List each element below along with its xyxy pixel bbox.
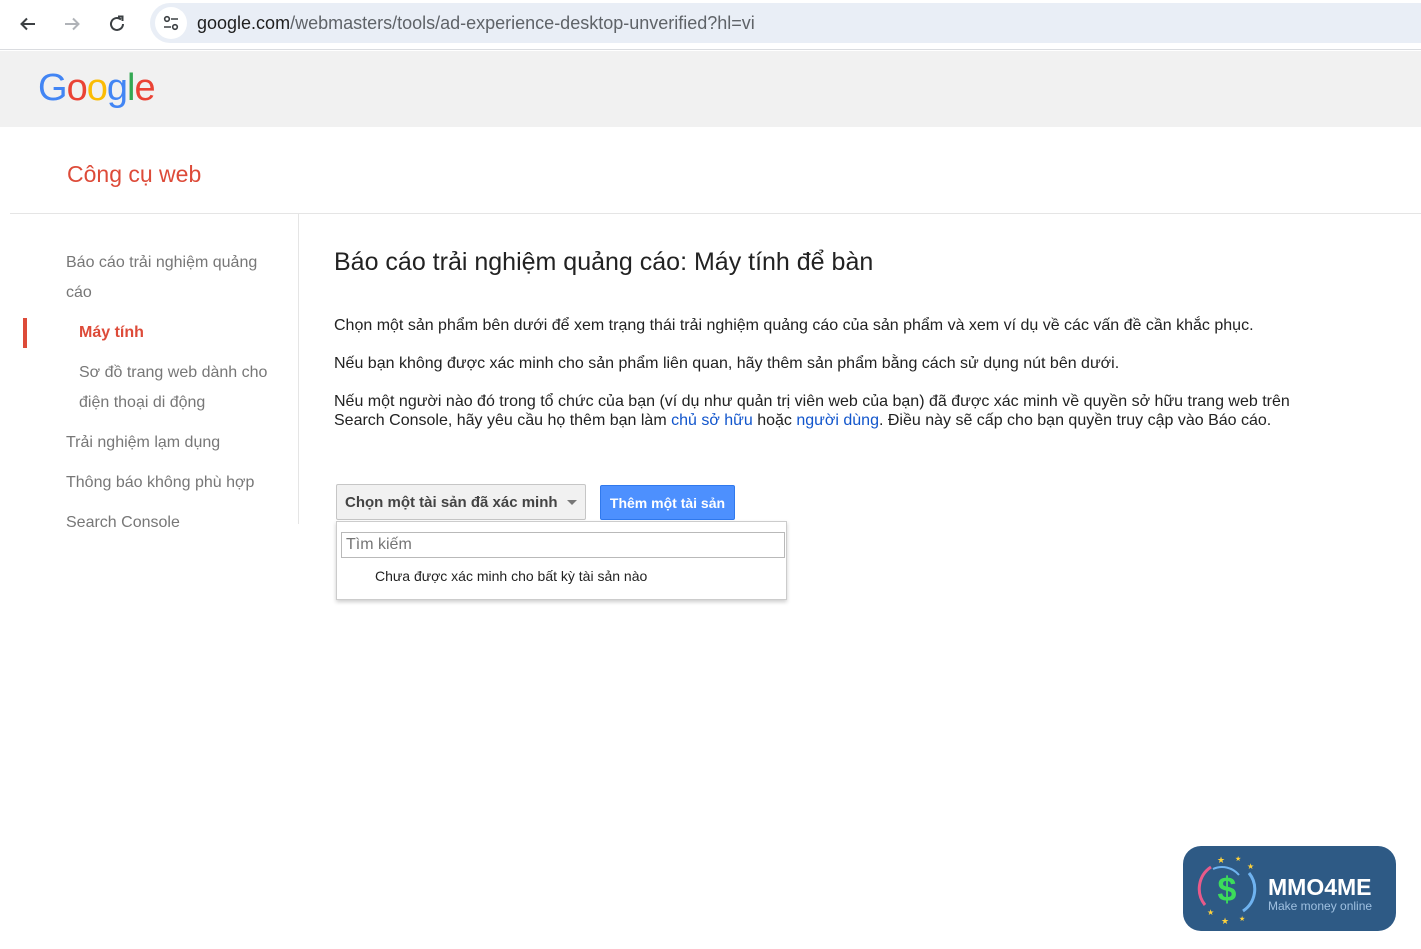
svg-text:★: ★ xyxy=(1247,862,1254,871)
sidebar-item-ad-experience-report[interactable]: Báo cáo trải nghiệm quảng cáo xyxy=(66,248,257,308)
sidebar-item-label: Sơ đồ trang web dành cho xyxy=(79,364,268,381)
reload-icon xyxy=(110,15,124,31)
add-property-button[interactable]: Thêm một tài sản xyxy=(600,485,735,520)
svg-text:★: ★ xyxy=(1239,915,1245,923)
sidebar-nav: Báo cáo trải nghiệm quảng cáo Máy tính S… xyxy=(0,214,299,531)
dollar-coin-icon: $ ★ ★ ★ ★ ★ ★ xyxy=(1197,855,1257,926)
sidebar-item-label: cáo xyxy=(66,284,92,301)
logo-letter: e xyxy=(134,67,155,109)
site-info-button[interactable] xyxy=(155,7,187,39)
svg-text:★: ★ xyxy=(1221,916,1229,926)
badge-subtitle: Make money online xyxy=(1268,899,1373,913)
sidebar-item-inappropriate-notices[interactable]: Thông báo không phù hợp xyxy=(66,468,254,498)
page-title: Báo cáo trải nghiệm quảng cáo: Máy tính … xyxy=(334,248,874,276)
user-link[interactable]: người dùng xyxy=(796,412,879,429)
reload-button[interactable] xyxy=(99,6,135,42)
sidebar-item-mobile-sitemap[interactable]: Sơ đồ trang web dành cho điện thoại di đ… xyxy=(79,358,267,418)
browser-toolbar: google.com/webmasters/tools/ad-experienc… xyxy=(0,0,1421,50)
badge-title: MMO4ME xyxy=(1268,874,1372,900)
svg-text:★: ★ xyxy=(1235,855,1241,863)
back-button[interactable] xyxy=(10,6,46,42)
logo-letter: o xyxy=(66,67,88,109)
paragraph-text: hoặc xyxy=(752,412,797,429)
property-select[interactable]: Chọn một tài sản đã xác minh xyxy=(336,484,586,520)
url-host: google.com xyxy=(197,12,291,33)
tune-icon xyxy=(163,15,179,31)
svg-text:$: $ xyxy=(1218,871,1237,909)
forward-button[interactable] xyxy=(54,6,90,42)
svg-text:★: ★ xyxy=(1217,855,1225,865)
sidebar-item-desktop[interactable]: Máy tính xyxy=(79,318,144,348)
unverified-paragraph: Nếu bạn không được xác minh cho sản phẩm… xyxy=(334,355,1120,372)
arrow-right-icon xyxy=(65,17,80,31)
empty-message: Chưa được xác minh cho bất kỳ tài sản nà… xyxy=(375,568,648,584)
property-dropdown: Chưa được xác minh cho bất kỳ tài sản nà… xyxy=(336,521,787,600)
active-indicator xyxy=(23,318,27,348)
sidebar-item-abusive-experience[interactable]: Trải nghiệm lạm dụng xyxy=(66,428,220,458)
google-header: Google xyxy=(0,51,1421,127)
sidebar-item-label: Báo cáo trải nghiệm quảng xyxy=(66,254,258,271)
product-title[interactable]: Công cụ web xyxy=(67,161,201,188)
url-text[interactable]: google.com/webmasters/tools/ad-experienc… xyxy=(197,13,755,34)
owner-link[interactable]: chủ sở hữu xyxy=(671,412,753,429)
sidebar-item-label: điện thoại di động xyxy=(79,394,206,411)
logo-letter: g xyxy=(106,67,128,109)
property-select-label: Chọn một tài sản đã xác minh xyxy=(345,493,558,511)
search-input[interactable] xyxy=(341,532,785,558)
sidebar-item-search-console[interactable]: Search Console xyxy=(66,508,180,538)
google-logo[interactable]: Google xyxy=(38,67,156,110)
svg-text:★: ★ xyxy=(1207,908,1214,917)
address-bar[interactable]: google.com/webmasters/tools/ad-experienc… xyxy=(150,3,1421,43)
intro-paragraph: Chọn một sản phẩm bên dưới để xem trạng … xyxy=(334,317,1254,334)
logo-letter: G xyxy=(38,67,68,109)
logo-letter: o xyxy=(86,67,108,109)
arrow-left-icon xyxy=(20,17,35,31)
caret-down-icon xyxy=(567,500,577,505)
access-paragraph: Nếu một người nào đó trong tổ chức của b… xyxy=(334,392,1294,430)
paragraph-text: . Điều này sẽ cấp cho bạn quyền truy cập… xyxy=(878,412,1272,429)
url-path: /webmasters/tools/ad-experience-desktop-… xyxy=(290,12,755,33)
mmo4me-watermark: $ ★ ★ ★ ★ ★ ★ MMO4ME Make money online xyxy=(1183,846,1396,931)
